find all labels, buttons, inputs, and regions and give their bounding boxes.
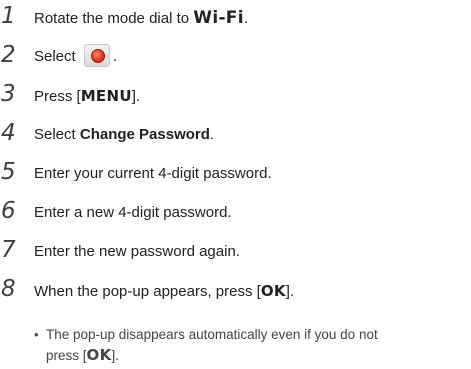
step-3: 3 Press [MENU]. [0,78,471,114]
step-text: Select . [34,39,117,75]
bullet-icon: • [34,327,39,342]
wifi-mode-label: Wi-Fi [193,7,244,28]
step-7: 7 Enter the new password again. [0,234,471,270]
note-line-2: press [OK]. [46,346,120,364]
step-4: 4 Select Change Password. [0,117,471,153]
step-8-note: • The pop-up disappears automatically ev… [34,325,456,366]
step-6: 6 Enter a new 4-digit password. [0,195,471,231]
ok-key-label: OK [86,346,112,364]
note-line-1: The pop-up disappears automatically even… [46,327,378,342]
step-text: Rotate the mode dial to Wi-Fi. [34,7,249,28]
step-2: 2 Select . [0,39,471,75]
ok-key-label: OK [260,281,286,300]
step-number: 6 [1,198,16,224]
step-5: 5 Enter your current 4-digit password. [0,156,471,192]
step-number: 4 [1,120,16,146]
step-text: Press [MENU]. [34,86,141,105]
step-number: 8 [1,276,16,302]
step-text: Enter your current 4-digit password. [34,165,272,182]
step-number: 2 [1,42,16,68]
change-password-option: Change Password [79,126,210,143]
step-text: Select Change Password. [34,126,215,143]
step-number: 1 [1,3,16,29]
step-8: 8 When the pop-up appears, press [OK]. [0,273,471,309]
step-1: 1 Rotate the mode dial to Wi-Fi. [0,0,471,36]
step-number: 3 [1,81,16,107]
step-text: Enter the new password again. [34,243,240,260]
step-text: Enter a new 4-digit password. [34,204,232,221]
instruction-page: 1 Rotate the mode dial to Wi-Fi. 2 Selec… [0,0,471,369]
step-number: 5 [1,159,16,185]
step-number: 7 [1,237,16,263]
wifi-mode-red-icon [83,44,110,67]
step-text: When the pop-up appears, press [OK]. [34,281,295,300]
menu-key-label: MENU [80,86,132,105]
